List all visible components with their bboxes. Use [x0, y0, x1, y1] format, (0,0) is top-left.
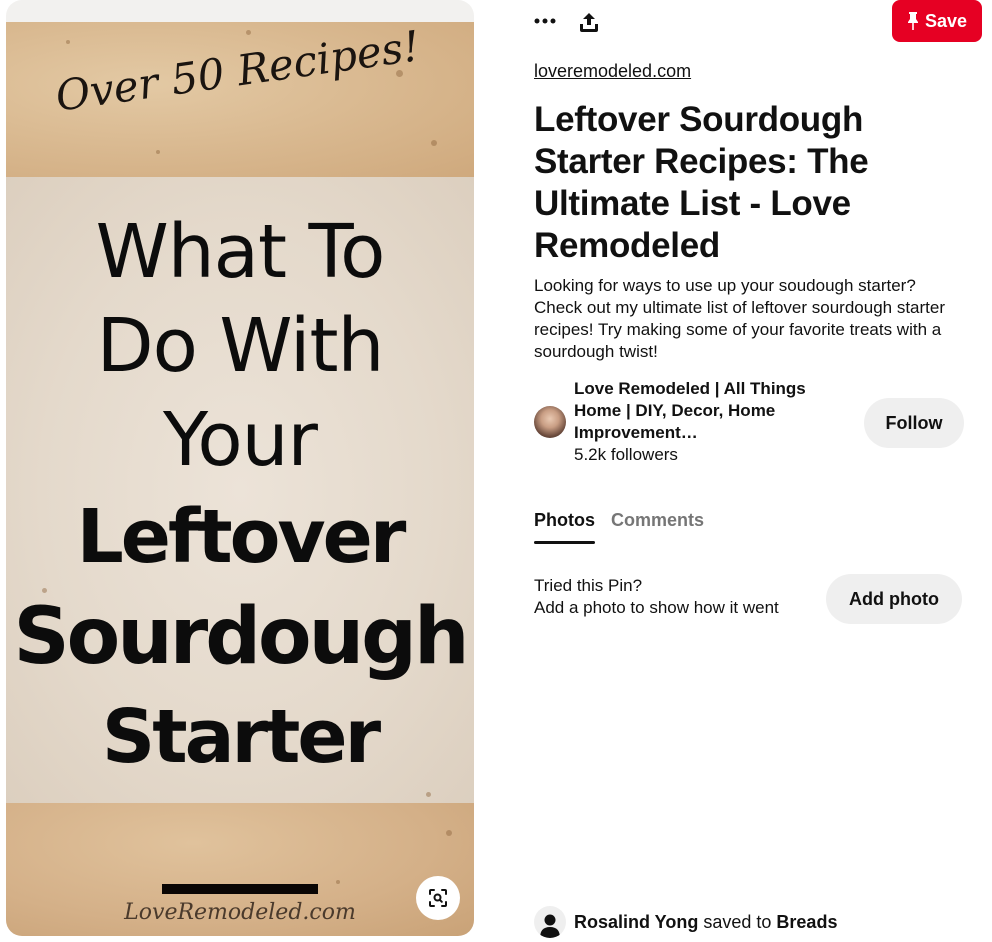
tried-pin-question: Tried this Pin? — [534, 576, 643, 595]
source-link[interactable]: loveremodeled.com — [534, 61, 691, 82]
tab-comments[interactable]: Comments — [611, 510, 704, 544]
pin-description: Looking for ways to use up your soudough… — [534, 276, 946, 361]
creator-followers: 5.2k followers — [574, 445, 678, 464]
share-button[interactable] — [578, 10, 600, 34]
more-options-button[interactable] — [534, 10, 556, 32]
image-line: Sourdough — [13, 592, 469, 682]
visual-search-icon — [429, 889, 447, 907]
texture-speck — [156, 150, 160, 154]
more-options-icon — [534, 18, 556, 24]
save-button[interactable]: Save — [892, 0, 982, 42]
tried-pin-prompt: Tried this Pin? Add a photo to show how … — [534, 575, 779, 619]
tab-photos[interactable]: Photos — [534, 510, 595, 544]
follow-button[interactable]: Follow — [864, 398, 964, 448]
pin-title: Leftover Sourdough Starter Recipes: The … — [534, 100, 869, 265]
texture-speck — [66, 40, 70, 44]
user-icon — [540, 914, 560, 938]
share-icon — [580, 13, 598, 32]
activity-action: saved to — [703, 911, 772, 932]
tried-pin-hint: Add a photo to show how it went — [534, 598, 779, 617]
creator-section: Love Remodeled | All Things Home | DIY, … — [534, 378, 964, 468]
texture-speck — [336, 880, 340, 884]
texture-speck — [431, 140, 437, 146]
creator-name[interactable]: Love Remodeled | All Things Home | DIY, … — [574, 378, 854, 444]
texture-speck — [446, 830, 452, 836]
image-headline: What To Do With Your Leftover Sourdough … — [6, 205, 474, 787]
pin-image[interactable]: Over 50 Recipes! What To Do With Your Le… — [6, 0, 474, 936]
activity-user[interactable]: Rosalind Yong — [574, 912, 698, 932]
image-divider-bar — [162, 884, 318, 894]
save-activity: Rosalind Yong saved to Breads — [534, 905, 837, 939]
image-line: Starter — [101, 694, 381, 780]
pin-toolbar: Save — [534, 0, 982, 44]
image-line: Do With — [96, 303, 385, 389]
visual-search-button[interactable] — [416, 876, 460, 920]
image-line: Your — [163, 397, 318, 483]
activity-board[interactable]: Breads — [776, 912, 837, 932]
creator-avatar[interactable] — [534, 406, 566, 438]
pushpin-icon — [907, 12, 918, 30]
image-line: Leftover — [76, 494, 407, 580]
user-avatar[interactable] — [534, 906, 566, 938]
image-watermark: LoveRemodeled.com — [124, 900, 356, 925]
texture-speck — [246, 30, 251, 35]
image-line: What To — [95, 209, 386, 295]
pin-tabs: Photos Comments — [534, 510, 704, 544]
add-photo-button[interactable]: Add photo — [826, 574, 962, 624]
save-label: Save — [924, 10, 968, 31]
texture-speck — [426, 792, 431, 797]
